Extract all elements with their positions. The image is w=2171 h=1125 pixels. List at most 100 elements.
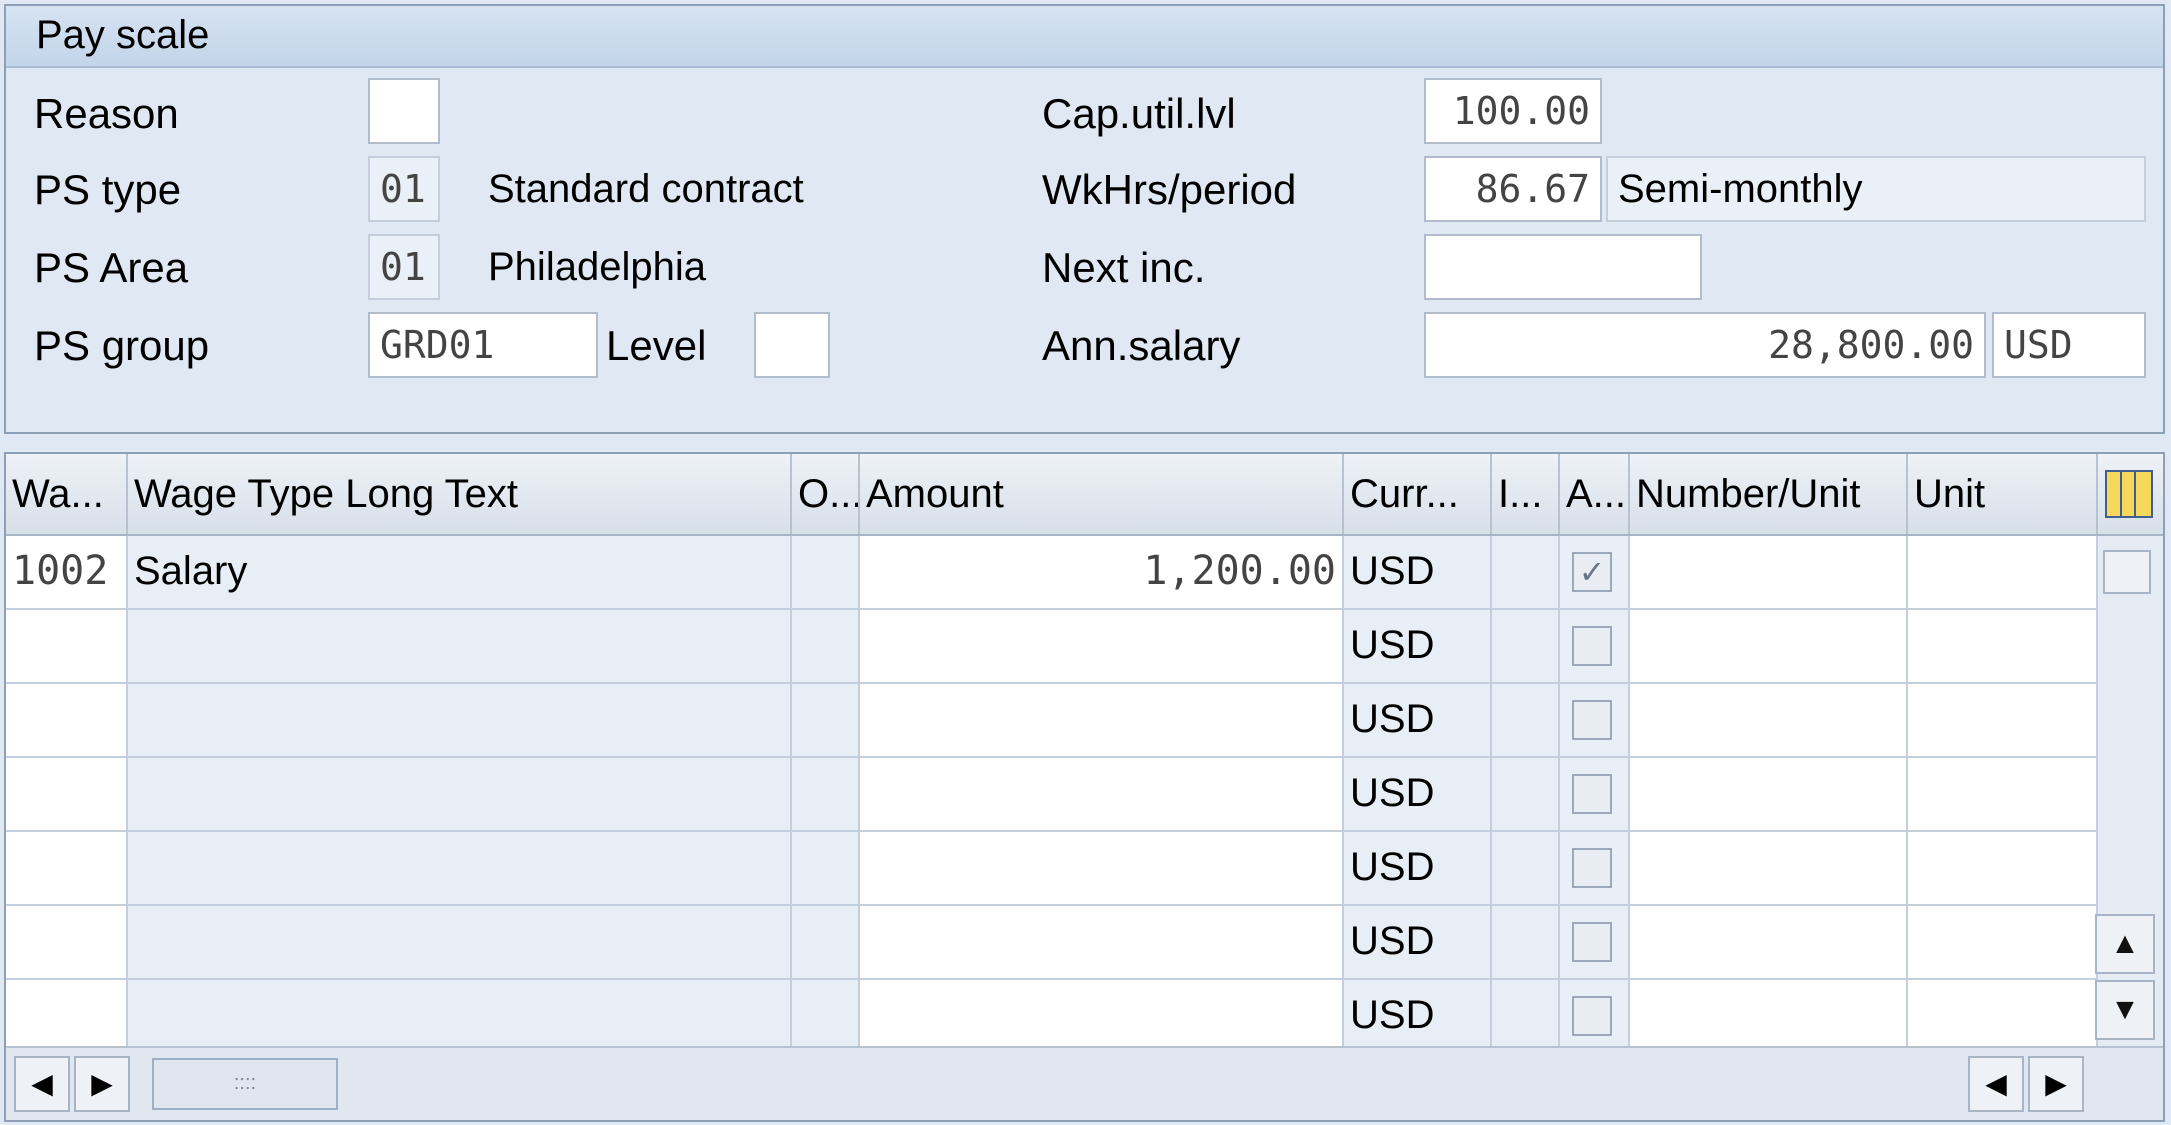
cell-currency[interactable]: USD	[1344, 536, 1492, 610]
cell-indicator[interactable]	[1492, 536, 1560, 610]
scroll-up-button[interactable]: ▲	[2095, 914, 2155, 974]
cell-wage-type[interactable]	[6, 906, 128, 980]
assign-checkbox[interactable]	[1572, 922, 1612, 962]
table-row[interactable]: USD	[6, 832, 2098, 906]
assign-checkbox[interactable]	[1572, 774, 1612, 814]
table-row[interactable]: USD	[6, 980, 2098, 1054]
ps-group-field[interactable]: GRD01	[368, 312, 598, 378]
col-header-operation[interactable]: O...	[792, 454, 860, 534]
cell-indicator[interactable]	[1492, 832, 1560, 906]
row-selector-box[interactable]	[2103, 550, 2151, 594]
assign-checkbox[interactable]	[1572, 700, 1612, 740]
cell-currency[interactable]: USD	[1344, 906, 1492, 980]
col-header-indicator[interactable]: I...	[1492, 454, 1560, 534]
table-row[interactable]: USD	[6, 610, 2098, 684]
cell-wage-type[interactable]	[6, 832, 128, 906]
level-field[interactable]	[754, 312, 830, 378]
cell-operation[interactable]	[792, 980, 860, 1054]
cell-currency[interactable]: USD	[1344, 832, 1492, 906]
cell-currency[interactable]: USD	[1344, 610, 1492, 684]
cell-operation[interactable]	[792, 832, 860, 906]
cell-currency[interactable]: USD	[1344, 758, 1492, 832]
cell-number-unit[interactable]	[1630, 684, 1908, 758]
cell-number-unit[interactable]	[1630, 536, 1908, 610]
cell-assign[interactable]	[1560, 980, 1630, 1054]
scroll-down-button[interactable]: ▼	[2095, 980, 2155, 1040]
cell-indicator[interactable]	[1492, 758, 1560, 832]
wkhrs-label: WkHrs/period	[1042, 166, 1297, 213]
cell-assign[interactable]	[1560, 758, 1630, 832]
cell-operation[interactable]	[792, 684, 860, 758]
cell-indicator[interactable]	[1492, 684, 1560, 758]
cell-assign[interactable]	[1560, 684, 1630, 758]
assign-checkbox[interactable]	[1572, 996, 1612, 1036]
scroll-thumb[interactable]: ::::	[152, 1058, 338, 1110]
col-header-assign[interactable]: A...	[1560, 454, 1630, 534]
cell-unit[interactable]	[1908, 906, 2098, 980]
next-inc-field[interactable]	[1424, 234, 1702, 300]
cell-operation[interactable]	[792, 610, 860, 684]
cell-operation[interactable]	[792, 536, 860, 610]
cell-assign[interactable]	[1560, 610, 1630, 684]
ann-salary-field[interactable]: 28,800.00	[1424, 312, 1986, 378]
col-header-unit[interactable]: Unit	[1908, 454, 2098, 534]
cell-indicator[interactable]	[1492, 980, 1560, 1054]
ps-type-code-field[interactable]: 01	[368, 156, 440, 222]
cell-wage-type[interactable]	[6, 980, 128, 1054]
cell-currency[interactable]: USD	[1344, 684, 1492, 758]
cell-indicator[interactable]	[1492, 906, 1560, 980]
cell-wage-type[interactable]	[6, 610, 128, 684]
ann-salary-currency-field[interactable]: USD	[1992, 312, 2146, 378]
cell-assign[interactable]: ✓	[1560, 536, 1630, 610]
scroll-left-button-right-group[interactable]: ◀	[1968, 1056, 2024, 1112]
cell-number-unit[interactable]	[1630, 980, 1908, 1054]
cell-unit[interactable]	[1908, 832, 2098, 906]
scroll-left-button[interactable]: ◀	[14, 1056, 70, 1112]
col-header-amount[interactable]: Amount	[860, 454, 1344, 534]
assign-checkbox[interactable]: ✓	[1572, 552, 1612, 592]
cell-number-unit[interactable]	[1630, 758, 1908, 832]
col-header-number-unit[interactable]: Number/Unit	[1630, 454, 1908, 534]
cell-number-unit[interactable]	[1630, 906, 1908, 980]
cell-currency[interactable]: USD	[1344, 980, 1492, 1054]
cell-amount[interactable]	[860, 980, 1344, 1054]
cell-unit[interactable]	[1908, 684, 2098, 758]
col-header-currency[interactable]: Curr...	[1344, 454, 1492, 534]
cell-amount[interactable]	[860, 832, 1344, 906]
cell-operation[interactable]	[792, 906, 860, 980]
cell-wage-type[interactable]: 1002	[6, 536, 128, 610]
cell-unit[interactable]	[1908, 536, 2098, 610]
cell-unit[interactable]	[1908, 610, 2098, 684]
cell-wage-type[interactable]	[6, 684, 128, 758]
cell-unit[interactable]	[1908, 758, 2098, 832]
cell-wage-type[interactable]	[6, 758, 128, 832]
cell-number-unit[interactable]	[1630, 832, 1908, 906]
cell-unit[interactable]	[1908, 980, 2098, 1054]
horizontal-scrollbar[interactable]: ◀ ▶ :::: ◀ ▶	[6, 1046, 2163, 1120]
table-row[interactable]: USD	[6, 906, 2098, 980]
cell-number-unit[interactable]	[1630, 610, 1908, 684]
col-header-wage-type[interactable]: Wa...	[6, 454, 128, 534]
cell-amount[interactable]	[860, 610, 1344, 684]
cell-amount[interactable]	[860, 684, 1344, 758]
scroll-right-button[interactable]: ▶	[74, 1056, 130, 1112]
assign-checkbox[interactable]	[1572, 848, 1612, 888]
col-header-long-text[interactable]: Wage Type Long Text	[128, 454, 792, 534]
wkhrs-field[interactable]: 86.67	[1424, 156, 1602, 222]
cell-assign[interactable]	[1560, 832, 1630, 906]
cell-indicator[interactable]	[1492, 610, 1560, 684]
table-row[interactable]: USD	[6, 758, 2098, 832]
scroll-right-button-right-group[interactable]: ▶	[2028, 1056, 2084, 1112]
assign-checkbox[interactable]	[1572, 626, 1612, 666]
table-row[interactable]: USD	[6, 684, 2098, 758]
cell-operation[interactable]	[792, 758, 860, 832]
reason-field[interactable]	[368, 78, 440, 144]
cell-amount[interactable]: 1,200.00	[860, 536, 1344, 610]
cell-amount[interactable]	[860, 758, 1344, 832]
table-settings-icon[interactable]	[2105, 470, 2153, 518]
ps-area-code-field[interactable]: 01	[368, 234, 440, 300]
cap-util-field[interactable]: 100.00	[1424, 78, 1602, 144]
cell-amount[interactable]	[860, 906, 1344, 980]
cell-assign[interactable]	[1560, 906, 1630, 980]
table-row[interactable]: 1002 Salary 1,200.00 USD ✓	[6, 536, 2098, 610]
